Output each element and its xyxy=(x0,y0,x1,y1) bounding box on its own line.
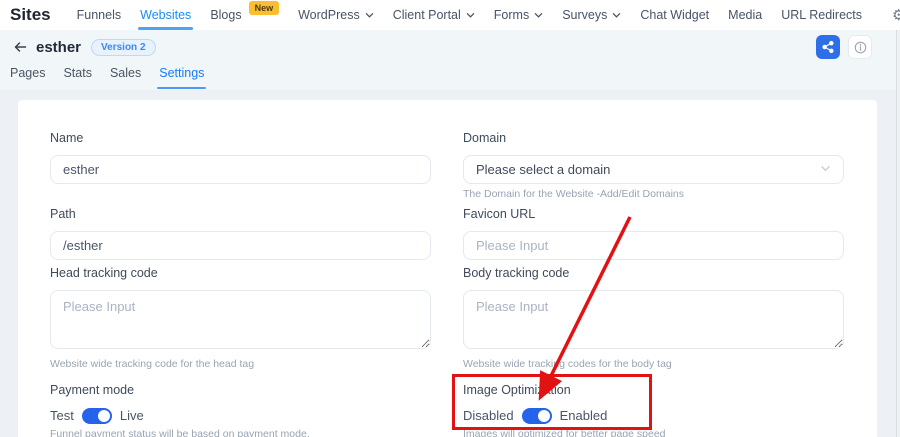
head-tracking-textarea[interactable] xyxy=(50,290,431,349)
image-optimization-toggle[interactable] xyxy=(522,408,552,424)
toggle-knob xyxy=(98,410,110,422)
domain-selected-value: Please select a domain xyxy=(476,162,610,177)
tab-settings[interactable]: Settings xyxy=(157,64,206,90)
favicon-field: Favicon URL xyxy=(463,206,844,260)
arrow-left-icon xyxy=(12,39,28,55)
payment-live-label: Live xyxy=(120,408,144,423)
body-tracking-helper: Website wide tracking codes for the body… xyxy=(463,358,844,370)
image-optimization-helper: Images will optimized for better page sp… xyxy=(463,428,844,437)
chevron-down-icon xyxy=(820,162,831,177)
image-opt-disabled-label: Disabled xyxy=(463,408,514,423)
head-tracking-field: Head tracking code Website wide tracking… xyxy=(50,265,431,370)
nav-item-surveys[interactable]: Surveys xyxy=(562,0,621,30)
gear-icon[interactable]: ⚙ xyxy=(892,8,900,23)
nav-items: Funnels Websites Blogs New WordPress Cli… xyxy=(77,0,862,30)
tab-stats[interactable]: Stats xyxy=(61,64,94,90)
domain-label: Domain xyxy=(463,130,844,147)
payment-test-label: Test xyxy=(50,408,74,423)
image-opt-enabled-label: Enabled xyxy=(560,408,608,423)
nav-item-media[interactable]: Media xyxy=(728,0,762,30)
domain-select[interactable]: Please select a domain xyxy=(463,155,844,184)
payment-mode-helper: Funnel payment status will be based on p… xyxy=(50,428,431,437)
head-tracking-label: Head tracking code xyxy=(50,265,431,282)
payment-mode-label: Payment mode xyxy=(50,382,431,399)
head-tracking-helper: Website wide tracking code for the head … xyxy=(50,358,431,370)
page-header: esther Version 2 xyxy=(0,30,900,64)
body-tracking-field: Body tracking code Website wide tracking… xyxy=(463,265,844,370)
payment-mode-field: Payment mode Test Live Funnel payment st… xyxy=(50,382,431,437)
chevron-down-icon xyxy=(365,11,374,20)
name-input[interactable] xyxy=(50,155,431,184)
tab-pages[interactable]: Pages xyxy=(8,64,47,90)
tab-bar: Pages Stats Sales Settings xyxy=(0,64,900,90)
domain-field: Domain Please select a domain The Domain… xyxy=(463,130,844,200)
domain-helper: The Domain for the Website -Add/Edit Dom… xyxy=(463,188,844,200)
nav-item-wordpress[interactable]: WordPress xyxy=(298,0,374,30)
path-field: Path xyxy=(50,206,431,260)
path-input[interactable] xyxy=(50,231,431,260)
share-button[interactable] xyxy=(816,35,840,59)
share-icon xyxy=(821,40,835,54)
image-optimization-label: Image Optimization xyxy=(463,382,844,399)
new-badge: New xyxy=(249,1,280,15)
top-navigation: Sites Funnels Websites Blogs New WordPre… xyxy=(0,0,900,30)
settings-content: Name Domain Please select a domain The D… xyxy=(0,90,900,437)
header-actions xyxy=(816,35,872,59)
info-button[interactable] xyxy=(848,35,872,59)
page-title: esther xyxy=(36,39,81,56)
image-optimization-field: Image Optimization Disabled Enabled Imag… xyxy=(463,382,844,437)
favicon-input[interactable] xyxy=(463,231,844,260)
nav-item-funnels[interactable]: Funnels xyxy=(77,0,121,30)
body-tracking-label: Body tracking code xyxy=(463,265,844,282)
vertical-scrollbar[interactable] xyxy=(896,30,900,437)
path-label: Path xyxy=(50,206,431,223)
nav-item-client-portal[interactable]: Client Portal xyxy=(393,0,475,30)
tab-sales[interactable]: Sales xyxy=(108,64,143,90)
version-badge: Version 2 xyxy=(91,39,155,56)
brand-sites: Sites xyxy=(10,5,51,25)
payment-mode-toggle[interactable] xyxy=(82,408,112,424)
nav-item-url-redirects[interactable]: URL Redirects xyxy=(781,0,862,30)
body-tracking-textarea[interactable] xyxy=(463,290,844,349)
nav-item-blogs[interactable]: Blogs New xyxy=(210,0,279,30)
nav-item-websites[interactable]: Websites xyxy=(140,0,191,30)
settings-card: Name Domain Please select a domain The D… xyxy=(18,100,877,437)
nav-item-chat-widget[interactable]: Chat Widget xyxy=(640,0,709,30)
info-icon xyxy=(853,40,868,55)
chevron-down-icon xyxy=(534,11,543,20)
back-button[interactable] xyxy=(10,37,30,57)
name-field: Name xyxy=(50,130,431,200)
chevron-down-icon xyxy=(466,11,475,20)
nav-item-forms[interactable]: Forms xyxy=(494,0,543,30)
favicon-label: Favicon URL xyxy=(463,206,844,223)
name-label: Name xyxy=(50,130,431,147)
toggle-knob xyxy=(538,410,550,422)
chevron-down-icon xyxy=(612,11,621,20)
